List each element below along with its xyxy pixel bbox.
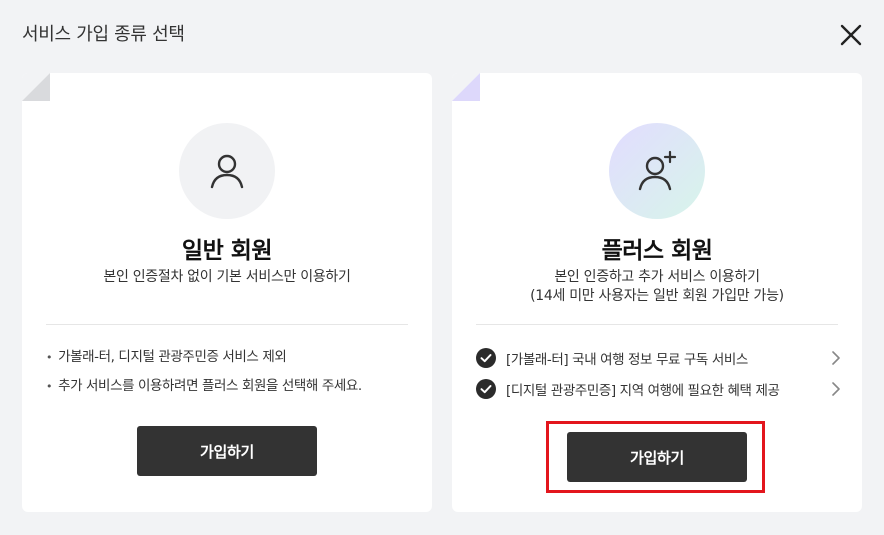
benefit-label: [가볼래-터] 국내 여행 정보 무료 구독 서비스 [506, 351, 748, 368]
benefit-item-gabollaeteo[interactable]: [가볼래-터] 국내 여행 정보 무료 구독 서비스 [476, 342, 842, 373]
user-plus-avatar [609, 123, 705, 219]
user-avatar [179, 123, 275, 219]
close-icon[interactable] [838, 22, 864, 48]
basic-notes-list: 가볼래-터, 디지털 관광주민증 서비스 제외 추가 서비스를 이용하려면 플러… [46, 343, 362, 401]
basic-member-card: 일반 회원 본인 인증절차 없이 기본 서비스만 이용하기 가볼래-터, 디지털… [22, 73, 432, 512]
divider [476, 324, 838, 325]
benefit-label: [디지털 관광주민증] 지역 여행에 필요한 혜택 제공 [506, 382, 780, 399]
page-corner-fold [22, 73, 50, 101]
basic-card-description: 본인 인증절차 없이 기본 서비스만 이용하기 [103, 269, 351, 285]
page-corner-fold [452, 73, 480, 101]
basic-join-button[interactable]: 가입하기 [137, 426, 317, 476]
chevron-right-icon[interactable] [830, 350, 842, 365]
check-circle-icon [476, 347, 496, 368]
divider [46, 324, 408, 325]
list-item: 추가 서비스를 이용하려면 플러스 회원을 선택해 주세요. [46, 372, 362, 401]
plus-age-notice: (14세 미만 사용자는 일반 회원 가입만 가능) [530, 288, 784, 304]
chevron-right-icon[interactable] [830, 381, 842, 396]
plus-description-line: 본인 인증하고 추가 서비스 이용하기 [554, 269, 760, 285]
close-button[interactable] [838, 22, 864, 48]
plus-benefits-list: [가볼래-터] 국내 여행 정보 무료 구독 서비스 [디지털 관광주민증] 지… [476, 342, 842, 404]
plus-member-card: 플러스 회원 본인 인증하고 추가 서비스 이용하기 (14세 미만 사용자는 … [452, 73, 862, 512]
list-item: 가볼래-터, 디지털 관광주민증 서비스 제외 [46, 343, 362, 372]
user-icon [210, 154, 244, 189]
basic-card-title: 일반 회원 [181, 238, 273, 264]
check-circle-icon [476, 378, 496, 399]
benefit-item-digital-resident-card[interactable]: [디지털 관광주민증] 지역 여행에 필요한 혜택 제공 [476, 373, 842, 404]
plus-join-button[interactable]: 가입하기 [567, 432, 747, 482]
user-plus-icon [638, 150, 677, 191]
plus-card-description: 본인 인증하고 추가 서비스 이용하기 (14세 미만 사용자는 일반 회원 가… [452, 268, 862, 306]
plus-card-title: 플러스 회원 [601, 238, 713, 264]
modal-title: 서비스 가입 종류 선택 [22, 24, 185, 45]
